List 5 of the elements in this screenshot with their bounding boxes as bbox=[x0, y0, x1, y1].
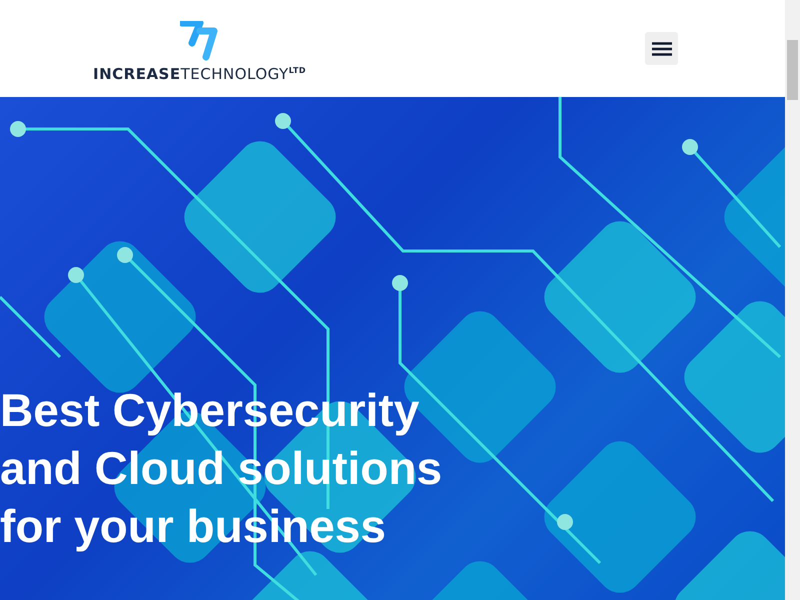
logo-wordmark: INCREASETECHNOLOGY$^{LTD}$ bbox=[93, 64, 306, 82]
menu-button[interactable] bbox=[645, 32, 678, 65]
logo-mark-icon bbox=[180, 20, 220, 60]
scrollbar[interactable] bbox=[785, 0, 800, 600]
menu-icon bbox=[652, 42, 672, 56]
